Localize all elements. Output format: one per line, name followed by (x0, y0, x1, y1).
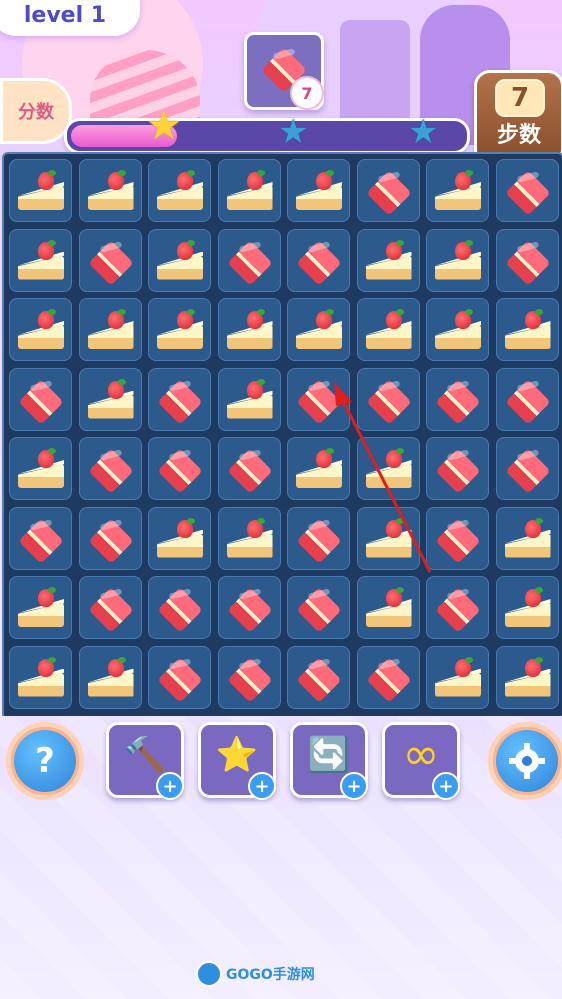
help-button[interactable]: ? (6, 722, 84, 800)
bottom-panel (0, 716, 562, 999)
add-tool-plus-icon[interactable]: + (156, 772, 184, 800)
refresh-icon: 🔄 (307, 735, 351, 775)
star-wand-icon: ⭐ (215, 735, 259, 775)
watermark: GOGO手游网 (196, 961, 346, 987)
question-mark-icon: ? (35, 741, 55, 781)
add-tool-plus-icon[interactable]: + (340, 772, 368, 800)
watermark-text: GOGO手游网 (226, 967, 315, 983)
gogo-logo-icon (196, 961, 222, 987)
hammer-icon: 🔨 (123, 735, 167, 775)
add-tool-plus-icon[interactable]: + (432, 772, 460, 800)
add-tool-plus-icon[interactable]: + (248, 772, 276, 800)
gear-icon (509, 743, 545, 779)
settings-button[interactable] (488, 722, 562, 800)
